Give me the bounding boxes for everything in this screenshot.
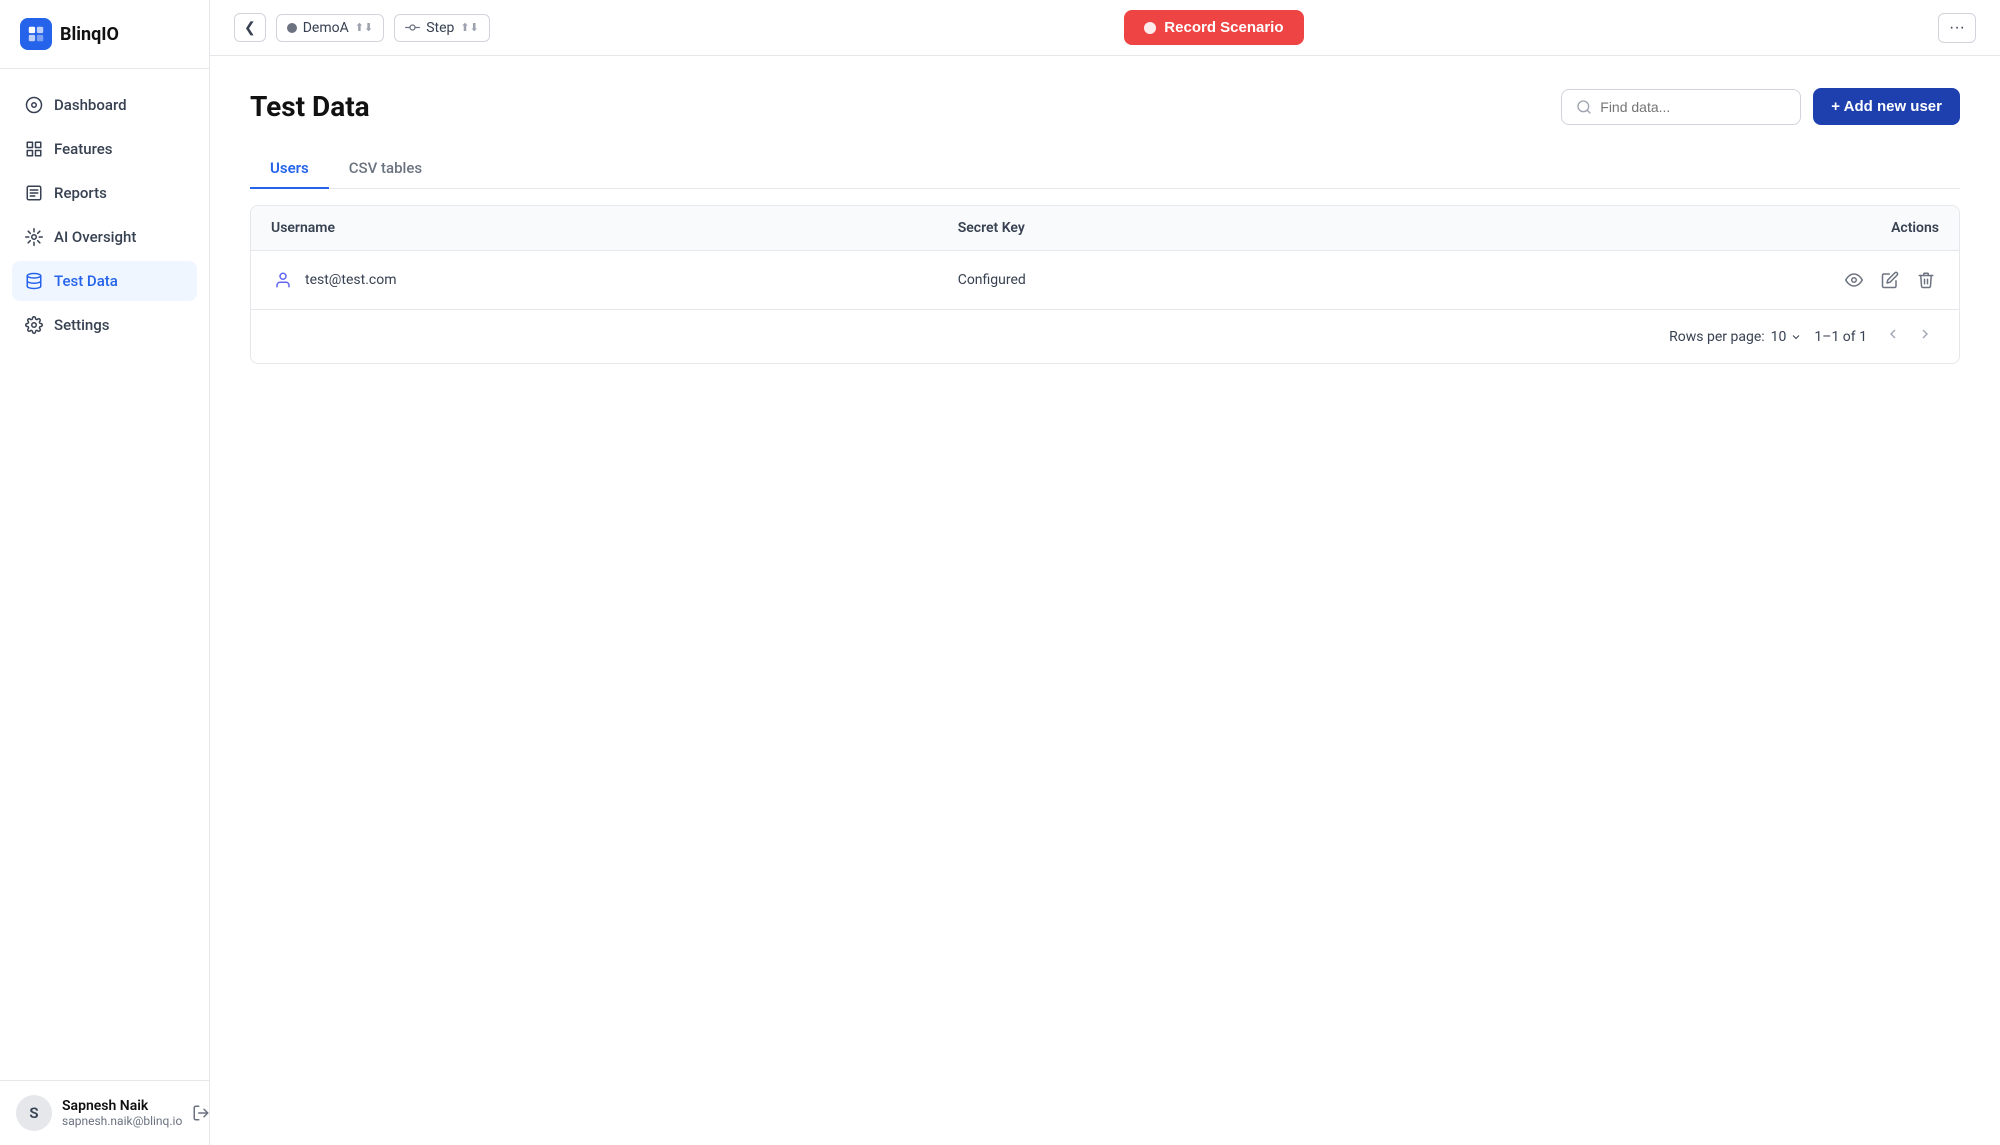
collapse-icon: ❮ — [244, 19, 256, 35]
ai-oversight-icon — [24, 227, 44, 247]
username-value: test@test.com — [305, 272, 396, 288]
topbar-center: Record Scenario — [502, 10, 1926, 45]
delete-button[interactable] — [1913, 267, 1939, 293]
env-dot — [287, 23, 297, 33]
footer-email: sapnesh.naik@blinq.io — [62, 1114, 182, 1128]
add-new-user-button[interactable]: + Add new user — [1813, 88, 1960, 125]
collapse-sidebar-button[interactable]: ❮ — [234, 13, 266, 42]
search-icon — [1576, 99, 1592, 115]
main-content: ❮ DemoA ⬆⬇ Step ⬆⬇ Record Scenario — [210, 0, 2000, 1145]
edit-button[interactable] — [1877, 267, 1903, 293]
sidebar-item-label-features: Features — [54, 140, 112, 158]
prev-page-button[interactable] — [1879, 324, 1907, 349]
column-header-secret-key: Secret Key — [938, 206, 1387, 251]
record-dot-icon — [1144, 22, 1156, 34]
step-icon — [405, 20, 420, 35]
eye-icon — [1845, 271, 1863, 289]
tab-users-label: Users — [270, 159, 309, 177]
env-selector[interactable]: DemoA ⬆⬇ — [276, 14, 384, 42]
step-chevron-icon: ⬆⬇ — [460, 21, 478, 34]
chevron-left-icon — [1885, 326, 1901, 342]
rows-per-page-label: Rows per page: — [1669, 329, 1764, 345]
logout-button[interactable] — [192, 1104, 210, 1122]
search-box[interactable] — [1561, 89, 1801, 125]
sidebar-item-dashboard[interactable]: Dashboard — [12, 85, 197, 125]
next-page-button[interactable] — [1911, 324, 1939, 349]
logo-icon — [20, 18, 52, 50]
sidebar-item-label-test-data: Test Data — [54, 272, 118, 290]
record-btn-label: Record Scenario — [1164, 19, 1283, 36]
column-header-username: Username — [251, 206, 938, 251]
tabs: Users CSV tables — [250, 149, 1960, 189]
secret-key-cell: Configured — [938, 251, 1387, 310]
sidebar-footer: S Sapnesh Naik sapnesh.naik@blinq.io — [0, 1080, 209, 1145]
more-options-button[interactable]: ··· — [1938, 13, 1976, 43]
pagination: Rows per page: 10 1–1 of 1 — [251, 309, 1959, 363]
rows-per-page-select[interactable]: 10 — [1771, 329, 1803, 345]
chevron-right-icon — [1917, 326, 1933, 342]
page-info: 1–1 of 1 — [1814, 329, 1867, 345]
app-name: BlinqIO — [60, 24, 119, 45]
topbar: ❮ DemoA ⬆⬇ Step ⬆⬇ Record Scenario — [210, 0, 2000, 56]
dashboard-icon — [24, 95, 44, 115]
sidebar: BlinqIO Dashboard Features — [0, 0, 210, 1145]
sidebar-nav: Dashboard Features — [0, 69, 209, 1080]
edit-icon — [1881, 271, 1899, 289]
sidebar-item-label-dashboard: Dashboard — [54, 96, 127, 114]
sidebar-item-ai-oversight[interactable]: AI Oversight — [12, 217, 197, 257]
sidebar-item-features[interactable]: Features — [12, 129, 197, 169]
sidebar-item-label-settings: Settings — [54, 316, 110, 334]
sidebar-item-test-data[interactable]: Test Data — [12, 261, 197, 301]
step-selector[interactable]: Step ⬆⬇ — [394, 14, 490, 42]
rows-per-page: Rows per page: 10 — [1669, 329, 1802, 345]
table-header-row: Username Secret Key Actions — [251, 206, 1959, 251]
more-icon: ··· — [1949, 19, 1965, 36]
table-row: test@test.com Configured — [251, 251, 1959, 310]
sidebar-item-label-ai-oversight: AI Oversight — [54, 228, 136, 246]
page-nav — [1879, 324, 1939, 349]
settings-icon — [24, 315, 44, 335]
sidebar-item-reports[interactable]: Reports — [12, 173, 197, 213]
search-input[interactable] — [1600, 99, 1786, 115]
step-label: Step — [426, 20, 454, 36]
view-button[interactable] — [1841, 267, 1867, 293]
data-table: Username Secret Key Actions — [250, 205, 1960, 364]
features-icon — [24, 139, 44, 159]
page-actions: + Add new user — [1561, 88, 1960, 125]
test-data-icon — [24, 271, 44, 291]
user-icon — [271, 268, 295, 292]
tab-csv-tables-label: CSV tables — [349, 159, 422, 177]
page-header: Test Data + Add new user — [250, 88, 1960, 125]
env-chevron-icon: ⬆⬇ — [355, 21, 373, 34]
page-title: Test Data — [250, 90, 370, 123]
footer-info: Sapnesh Naik sapnesh.naik@blinq.io — [62, 1098, 182, 1128]
tab-users[interactable]: Users — [250, 149, 329, 189]
record-scenario-button[interactable]: Record Scenario — [1124, 10, 1303, 45]
footer-name: Sapnesh Naik — [62, 1098, 182, 1114]
sidebar-logo: BlinqIO — [0, 0, 209, 69]
tab-csv-tables[interactable]: CSV tables — [329, 149, 442, 189]
actions-cell — [1386, 251, 1959, 310]
add-btn-label: + Add new user — [1831, 98, 1942, 115]
page: Test Data + Add new user — [210, 56, 2000, 1145]
username-cell: test@test.com — [251, 251, 938, 310]
avatar: S — [16, 1095, 52, 1131]
topbar-left: ❮ DemoA ⬆⬇ Step ⬆⬇ — [234, 13, 490, 42]
column-header-actions: Actions — [1386, 206, 1959, 251]
sidebar-item-label-reports: Reports — [54, 184, 107, 202]
topbar-right: ··· — [1938, 13, 1976, 43]
rows-per-page-value: 10 — [1771, 329, 1787, 345]
rows-dropdown-icon — [1790, 331, 1802, 343]
trash-icon — [1917, 271, 1935, 289]
sidebar-item-settings[interactable]: Settings — [12, 305, 197, 345]
env-label: DemoA — [303, 20, 349, 36]
reports-icon — [24, 183, 44, 203]
